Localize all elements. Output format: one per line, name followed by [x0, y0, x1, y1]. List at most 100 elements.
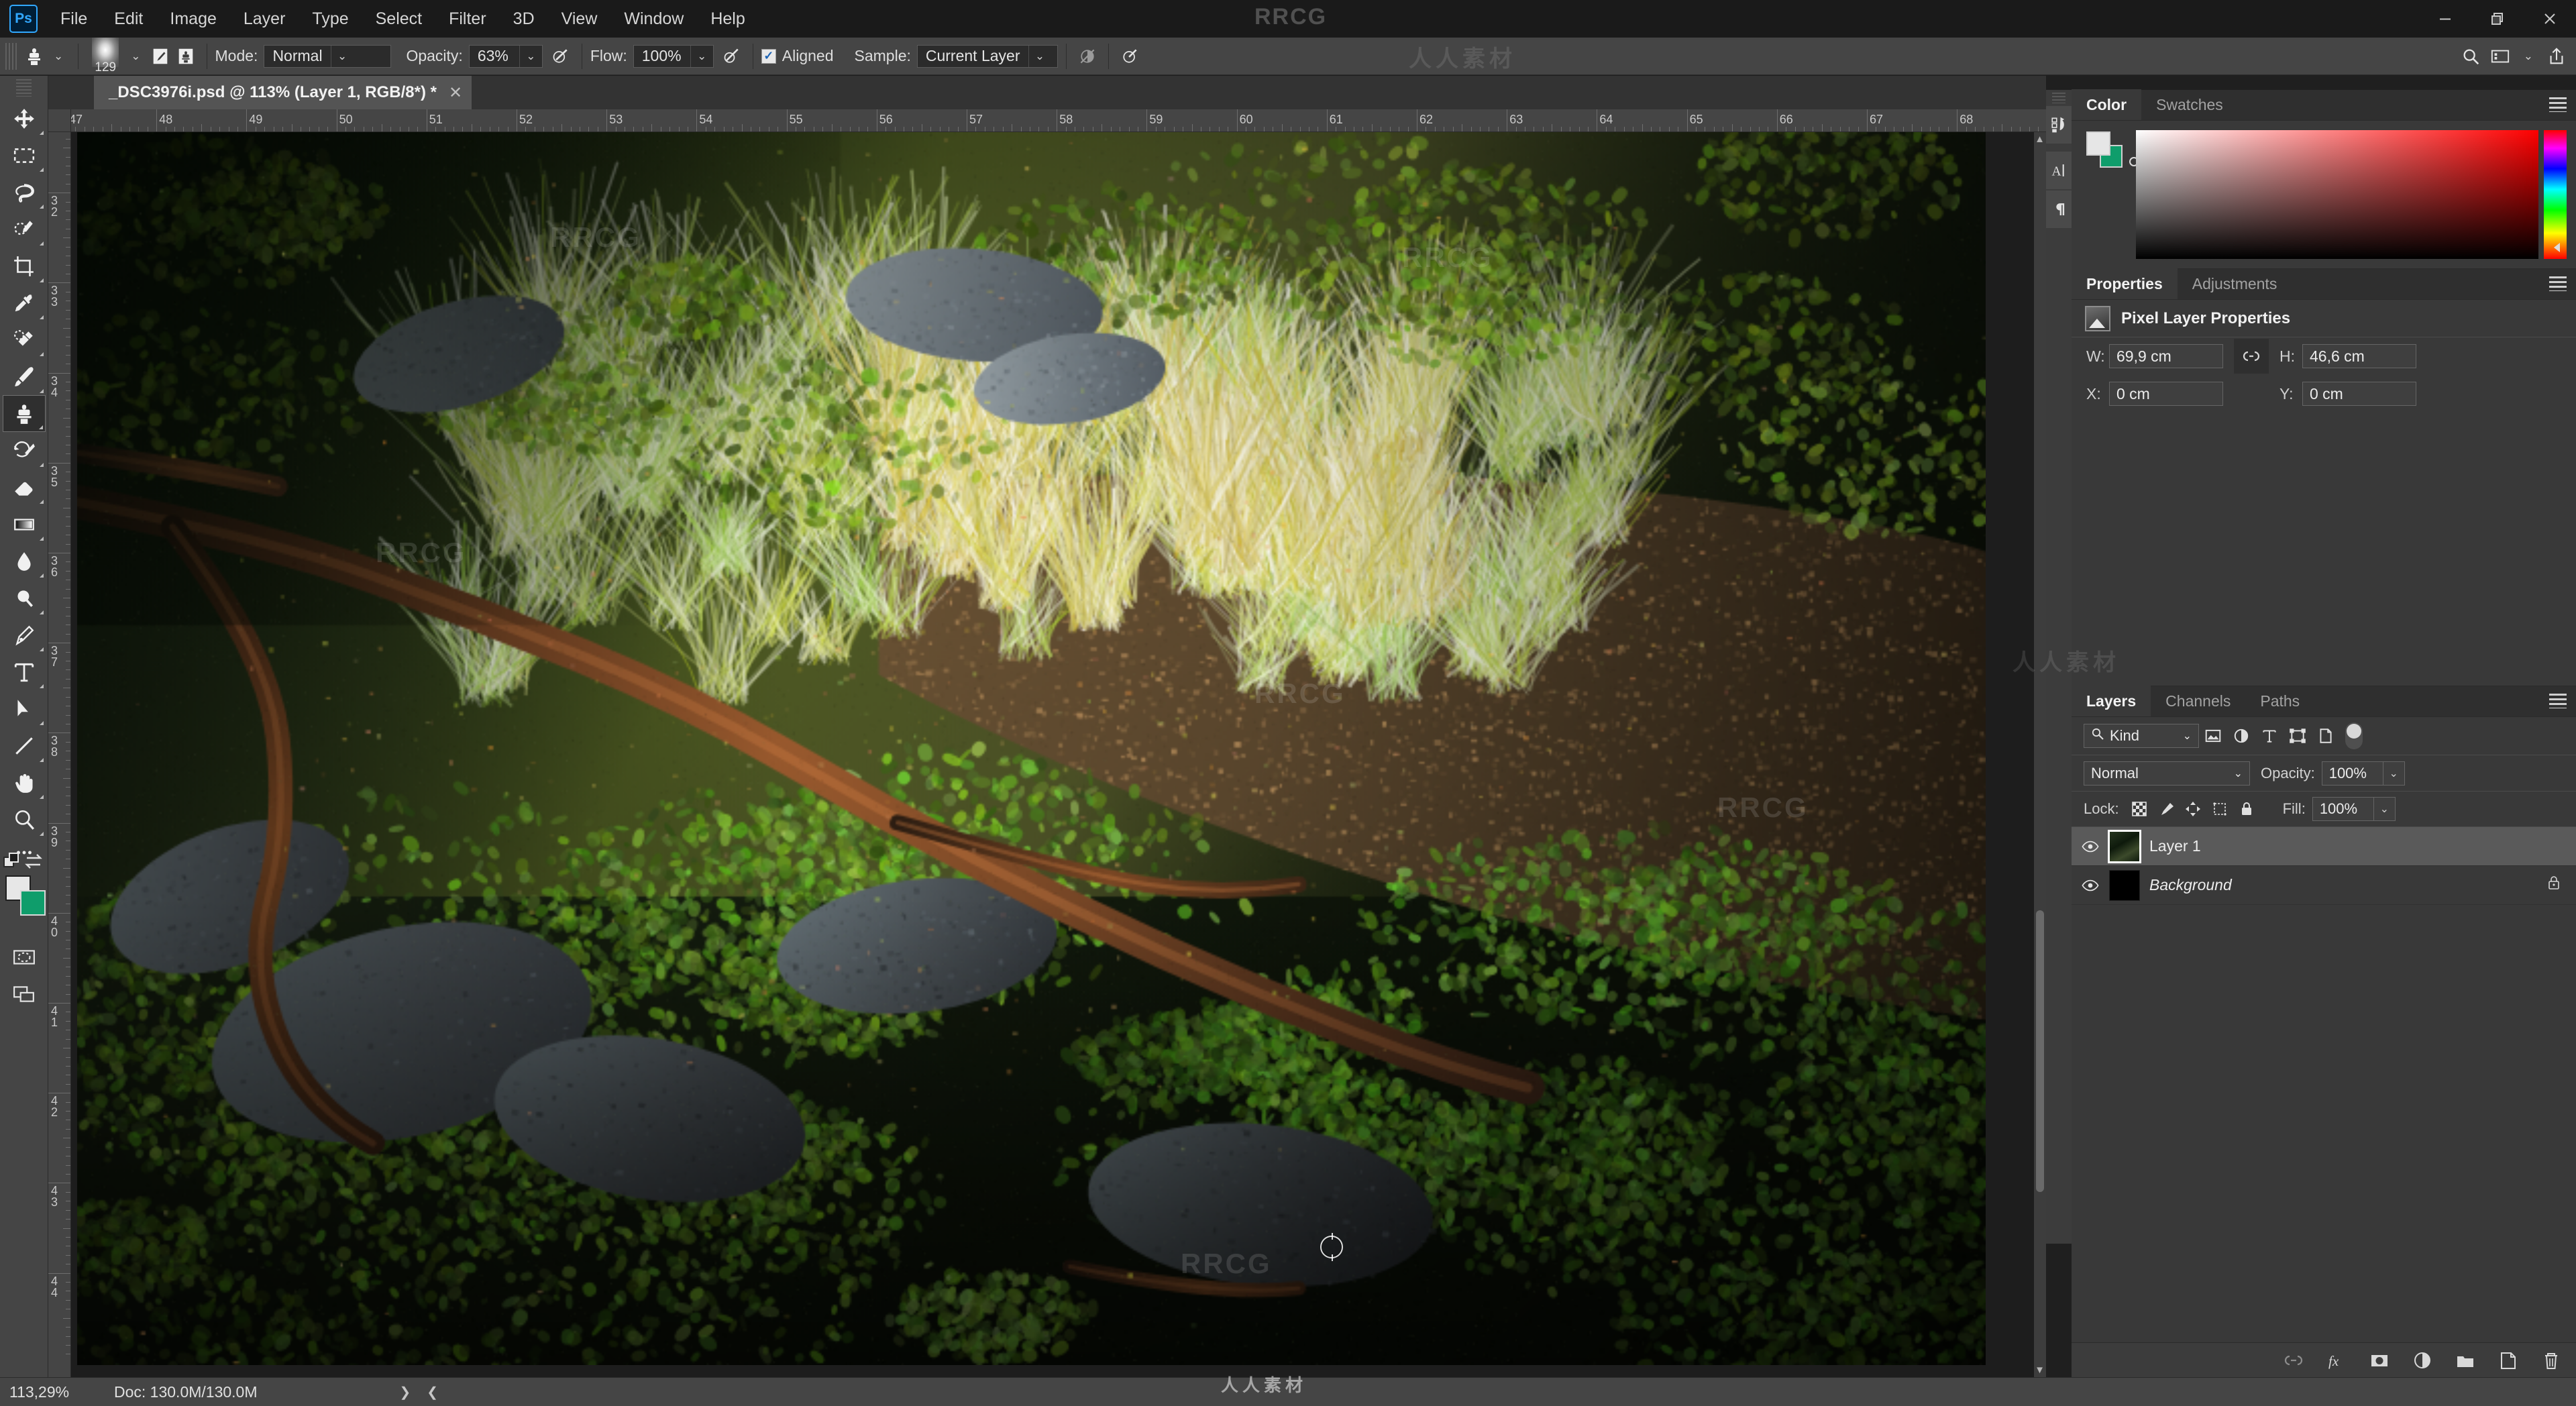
- tablet-pressure-opacity-icon[interactable]: [548, 44, 574, 69]
- screen-mode-button[interactable]: [3, 975, 46, 1012]
- clone-source-panel-icon[interactable]: [173, 44, 199, 69]
- flow-field[interactable]: 100% ⌄: [633, 45, 714, 68]
- hue-strip[interactable]: [2544, 130, 2567, 259]
- lock-position-icon[interactable]: [2180, 798, 2206, 820]
- ignore-adjustment-layers-icon[interactable]: [1075, 44, 1100, 69]
- filter-smart-object-icon[interactable]: [2312, 724, 2340, 748]
- link-layers-icon[interactable]: [2284, 1350, 2304, 1370]
- spot-healing-brush-tool[interactable]: [3, 321, 46, 358]
- scrollbar-thumb[interactable]: [2036, 910, 2044, 1192]
- link-width-height-icon[interactable]: [2234, 339, 2269, 374]
- color-foreground-swatch[interactable]: [2086, 131, 2110, 156]
- toolbar-grip[interactable]: [16, 79, 32, 97]
- hand-tool[interactable]: [3, 764, 46, 801]
- pen-tool[interactable]: [3, 616, 46, 653]
- eyedropper-tool[interactable]: [3, 284, 46, 321]
- delete-layer-icon[interactable]: [2541, 1350, 2561, 1370]
- tab-color[interactable]: Color: [2072, 89, 2141, 120]
- menu-layer[interactable]: Layer: [230, 0, 299, 38]
- sample-dropdown[interactable]: Current Layer ⌄: [917, 45, 1058, 68]
- menu-image[interactable]: Image: [156, 0, 229, 38]
- menu-filter[interactable]: Filter: [435, 0, 500, 38]
- status-prev-arrow[interactable]: ❮: [419, 1384, 446, 1401]
- dodge-tool[interactable]: [3, 580, 46, 616]
- tool-preset-picker-arrow[interactable]: ⌄: [47, 50, 70, 63]
- history-brush-tool[interactable]: [3, 432, 46, 469]
- color-panel-menu-icon[interactable]: [2549, 97, 2567, 112]
- properties-panel-menu-icon[interactable]: [2549, 276, 2567, 291]
- tab-swatches[interactable]: Swatches: [2141, 89, 2238, 120]
- lock-all-icon[interactable]: [2233, 798, 2260, 820]
- layers-panel-menu-icon[interactable]: [2549, 694, 2567, 708]
- document-tab[interactable]: _DSC3976i.psd @ 113% (Layer 1, RGB/8*) *…: [94, 76, 472, 109]
- paragraph-panel-icon[interactable]: [2046, 191, 2072, 228]
- tab-channels[interactable]: Channels: [2151, 686, 2245, 716]
- blend-mode-dropdown[interactable]: Normal ⌄: [2084, 761, 2250, 786]
- menu-help[interactable]: Help: [697, 0, 758, 38]
- lock-transparent-pixels-icon[interactable]: [2126, 798, 2153, 820]
- new-layer-icon[interactable]: [2498, 1350, 2518, 1370]
- menu-file[interactable]: File: [47, 0, 101, 38]
- x-input[interactable]: 0 cm: [2109, 382, 2223, 406]
- filter-enable-toggle[interactable]: [2345, 722, 2363, 749]
- brush-preset-picker[interactable]: 129: [87, 38, 124, 75]
- rectangular-marquee-tool[interactable]: [3, 137, 46, 174]
- zoom-level-field[interactable]: 113,29%: [0, 1383, 114, 1401]
- filter-pixel-icon[interactable]: [2199, 724, 2227, 748]
- layer-name[interactable]: Layer 1: [2149, 837, 2201, 855]
- document-size-info[interactable]: Doc: 130.0M/130.0M: [114, 1383, 258, 1401]
- brush-tool[interactable]: [3, 358, 46, 395]
- tab-paths[interactable]: Paths: [2245, 686, 2314, 716]
- opacity-field[interactable]: 63% ⌄: [469, 45, 543, 68]
- tab-adjustments[interactable]: Adjustments: [2178, 268, 2292, 299]
- swap-colors-icon[interactable]: [23, 853, 44, 875]
- default-colors-icon[interactable]: [3, 851, 23, 876]
- color-ramp[interactable]: [2136, 130, 2538, 259]
- brush-preset-arrow[interactable]: ⌄: [124, 50, 147, 63]
- vertical-ruler[interactable]: 3132333435363738394041424344: [48, 132, 71, 1377]
- workspace-switcher-icon[interactable]: [2487, 44, 2513, 69]
- ruler-origin-corner[interactable]: [48, 109, 71, 132]
- history-panel-icon[interactable]: [2046, 106, 2072, 144]
- layer-visibility-eye-icon[interactable]: [2072, 841, 2109, 853]
- layer-name[interactable]: Background: [2149, 876, 2232, 894]
- width-input[interactable]: 69,9 cm: [2109, 344, 2223, 368]
- horizontal-ruler[interactable]: 4748495051525354555657585960616263646566…: [71, 109, 2046, 132]
- horizontal-type-tool[interactable]: [3, 653, 46, 690]
- menu-edit[interactable]: Edit: [101, 0, 156, 38]
- move-tool[interactable]: [3, 100, 46, 137]
- tab-layers[interactable]: Layers: [2072, 686, 2151, 716]
- layer-thumbnail[interactable]: [2109, 870, 2140, 901]
- brush-settings-panel-icon[interactable]: [148, 44, 173, 69]
- layer-filter-kind-dropdown[interactable]: Kind ⌄: [2084, 724, 2199, 748]
- canvas-vertical-scrollbar[interactable]: ▲ ▼: [2034, 132, 2046, 1377]
- line-tool[interactable]: [3, 727, 46, 764]
- quick-mask-mode-button[interactable]: [3, 938, 46, 975]
- background-color-swatch[interactable]: [20, 890, 46, 916]
- layer-row[interactable]: Layer 1: [2072, 827, 2576, 866]
- tab-properties[interactable]: Properties: [2072, 268, 2178, 299]
- symmetry-options-icon[interactable]: [1117, 44, 1142, 69]
- layer-thumbnail[interactable]: [2109, 831, 2140, 862]
- lasso-tool[interactable]: [3, 174, 46, 211]
- height-input[interactable]: 46,6 cm: [2302, 344, 2416, 368]
- dock-rail-grip[interactable]: [2052, 93, 2065, 103]
- menu-select[interactable]: Select: [362, 0, 435, 38]
- tablet-pressure-size-icon[interactable]: [719, 44, 745, 69]
- clone-stamp-tool[interactable]: [3, 395, 46, 432]
- minimize-button[interactable]: [2419, 0, 2471, 38]
- menu-type[interactable]: Type: [299, 0, 362, 38]
- new-adjustment-layer-icon[interactable]: [2412, 1350, 2432, 1370]
- layer-fill-chevron-down-icon[interactable]: ⌄: [2374, 797, 2396, 821]
- path-selection-tool[interactable]: [3, 690, 46, 727]
- close-icon[interactable]: ✕: [449, 83, 462, 103]
- document-image[interactable]: [77, 132, 1986, 1365]
- lock-image-pixels-icon[interactable]: [2153, 798, 2180, 820]
- new-group-icon[interactable]: [2455, 1350, 2475, 1370]
- y-input[interactable]: 0 cm: [2302, 382, 2416, 406]
- layer-opacity-input[interactable]: 100%: [2322, 761, 2383, 786]
- aligned-checkbox[interactable]: ✓: [761, 49, 776, 64]
- workspace-chevron-down-icon[interactable]: ⌄: [2517, 50, 2540, 63]
- layer-style-fx-icon[interactable]: fx: [2326, 1350, 2347, 1370]
- gradient-tool[interactable]: [3, 506, 46, 543]
